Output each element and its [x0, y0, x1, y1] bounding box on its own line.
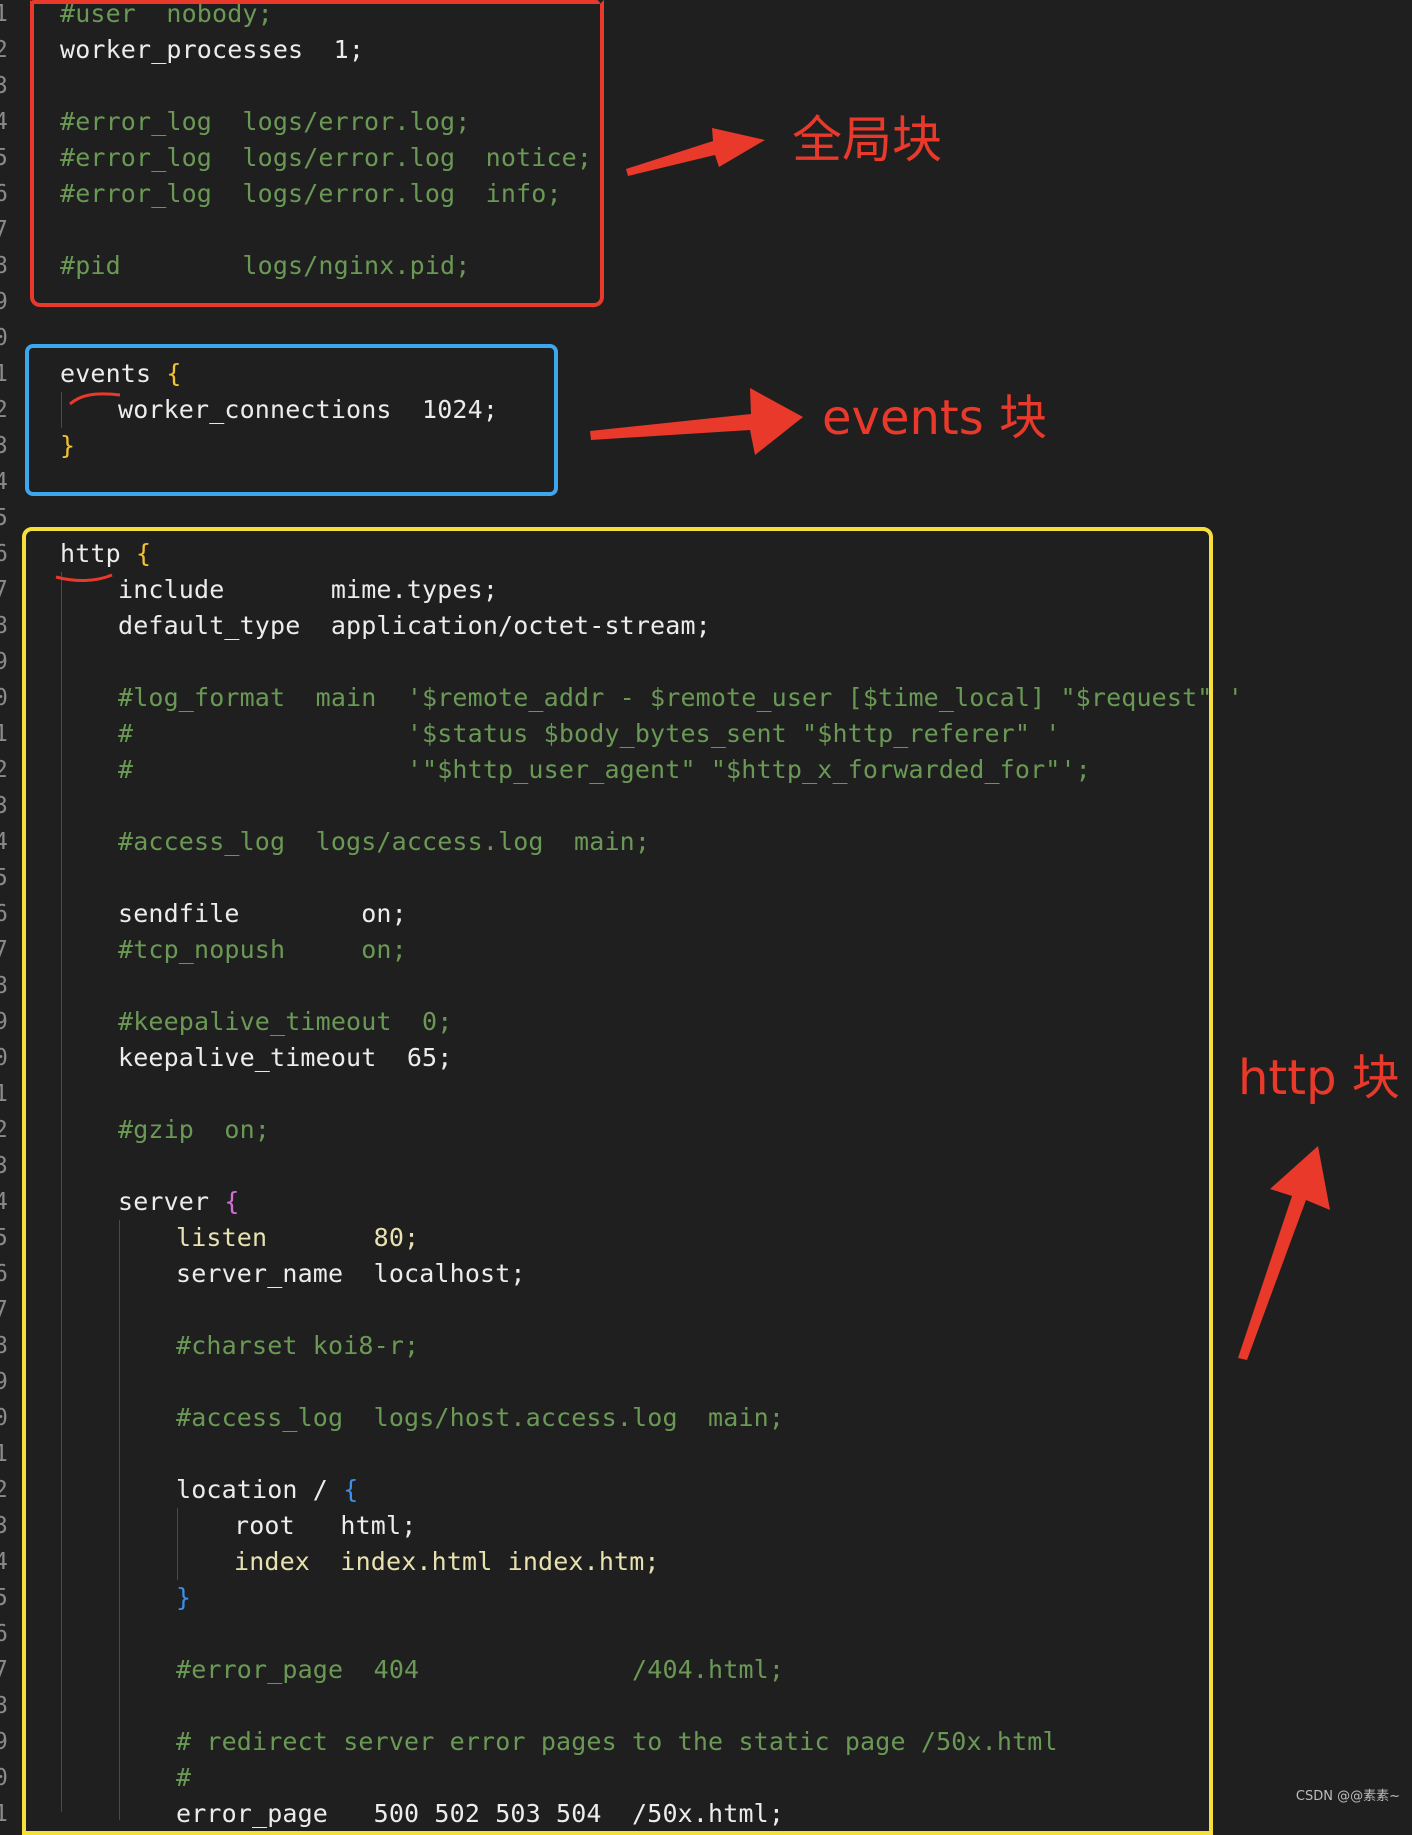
underline-events — [68, 392, 121, 406]
events-block-label: events 块 — [822, 390, 1047, 446]
watermark: CSDN @@素素~ — [1295, 1789, 1400, 1804]
arrow-events-block — [590, 388, 803, 455]
global-block-label: 全局块 — [792, 111, 942, 169]
annotation-arrows — [55, 128, 1330, 1360]
http-block-label: http 块 — [1238, 1050, 1400, 1106]
arrow-http-block — [1238, 1146, 1330, 1360]
arrow-global-block — [626, 128, 765, 176]
underline-http — [55, 573, 113, 582]
